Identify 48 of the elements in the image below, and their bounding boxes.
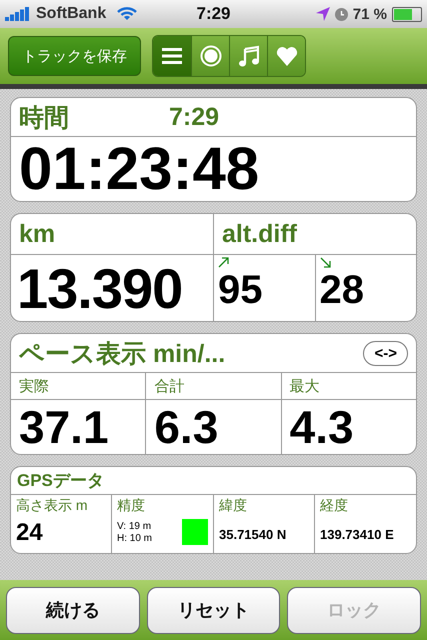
signal-icon (5, 7, 31, 21)
gps-title: GPSデータ (17, 470, 104, 492)
distance-label: km (19, 220, 56, 248)
battery-percent: 71 % (352, 6, 387, 22)
heart-tab[interactable] (267, 36, 305, 76)
latitude-label: 緯度 (219, 497, 248, 515)
vertical-accuracy: V: 19 m (117, 520, 152, 532)
clock-time: 7:29 (169, 102, 220, 132)
distance-value: 13.390 (17, 256, 182, 320)
record-icon (200, 45, 222, 67)
pace-label: 最大 (290, 376, 320, 396)
descent-value: 28 (320, 268, 364, 312)
accuracy-label: 精度 (117, 497, 146, 515)
carrier-name: SoftBank (36, 5, 106, 23)
up-arrow-icon (218, 257, 229, 268)
horizontal-accuracy: H: 10 m (117, 532, 152, 544)
music-note-icon (238, 45, 258, 67)
pace-label: 実際 (19, 376, 49, 396)
action-button[interactable]: リセット (146, 586, 280, 634)
longitude-value: 139.73410 E (320, 527, 395, 542)
music-tab[interactable] (229, 36, 267, 76)
longitude-label: 経度 (320, 497, 349, 515)
accuracy-indicator (182, 519, 208, 545)
ascent-value: 95 (218, 268, 262, 312)
latitude-value: 35.71540 N (219, 527, 288, 542)
clock-icon (334, 8, 348, 20)
pace-label: 合計 (154, 376, 184, 396)
location-arrow-icon (316, 7, 330, 21)
down-arrow-icon (320, 257, 330, 268)
list-icon (162, 48, 182, 64)
altitude-value: 24 (16, 519, 44, 547)
list-tab[interactable] (153, 36, 191, 76)
pace-title: ペース表示 min/... (19, 338, 226, 370)
pace-value: 4.3 (288, 400, 355, 454)
status-time: 7:29 (196, 4, 231, 24)
record-tab[interactable] (191, 36, 229, 76)
elapsed-time: 01:23:48 (18, 137, 260, 201)
wifi-icon (117, 7, 138, 21)
pace-value: 37.1 (18, 400, 110, 454)
unit-toggle-button[interactable]: <-> (363, 340, 408, 366)
action-button[interactable]: 続ける (6, 586, 140, 634)
time-label: 時間 (19, 102, 69, 134)
battery-icon (392, 6, 422, 22)
heart-icon (276, 46, 298, 66)
altitude-label: 高さ表示 m (16, 497, 89, 515)
pace-value: 6.3 (153, 400, 220, 454)
altitude-diff-label: alt.diff (222, 220, 297, 248)
save-track-button[interactable]: トラックを保存 (8, 36, 141, 76)
